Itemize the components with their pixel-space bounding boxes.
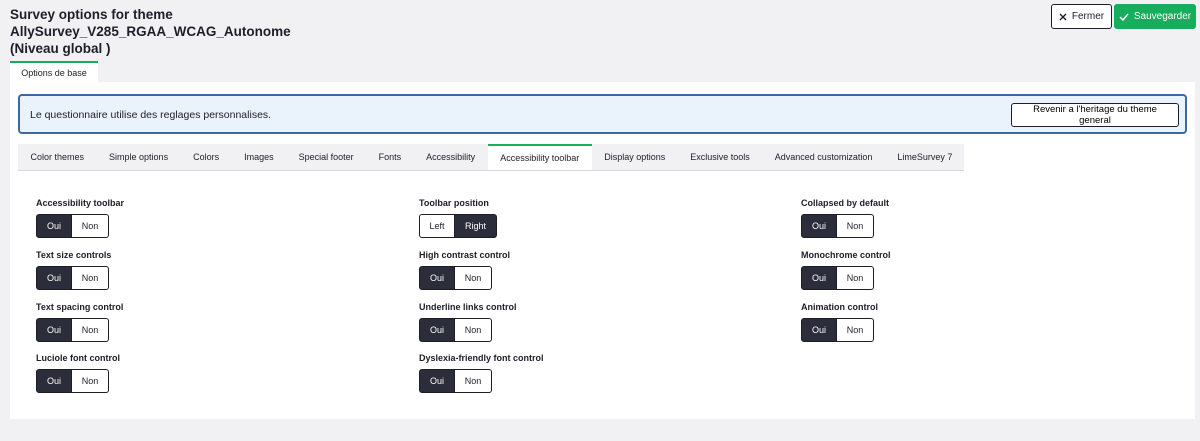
text-size-controls-toggle: Oui Non bbox=[36, 266, 111, 290]
collapsed-by-default-toggle: Oui Non bbox=[801, 214, 889, 238]
dyslexia-font-control-non[interactable]: Non bbox=[455, 369, 492, 393]
field-label: Text size controls bbox=[36, 250, 112, 260]
tab-advanced-customization[interactable]: Advanced customization bbox=[762, 144, 885, 170]
collapsed-by-default-non[interactable]: Non bbox=[837, 214, 874, 238]
tab-color-themes[interactable]: Color themes bbox=[18, 144, 97, 170]
underline-links-control-oui[interactable]: Oui bbox=[419, 318, 455, 342]
field-high-contrast-control: High contrast control Oui Non bbox=[419, 249, 510, 290]
close-button[interactable]: Fermer bbox=[1051, 4, 1112, 29]
accessibility-toolbar-toggle: Oui Non bbox=[36, 214, 124, 238]
animation-control-non[interactable]: Non bbox=[837, 318, 874, 342]
notice-text: Le questionnaire utilise des reglages pe… bbox=[30, 109, 272, 121]
toolbar-position-left[interactable]: Left bbox=[419, 214, 455, 238]
tab-accessibility[interactable]: Accessibility bbox=[414, 144, 488, 170]
luciole-font-control-non[interactable]: Non bbox=[72, 369, 109, 393]
dyslexia-font-control-toggle: Oui Non bbox=[419, 369, 544, 393]
dyslexia-font-control-oui[interactable]: Oui bbox=[419, 369, 455, 393]
monochrome-control-non[interactable]: Non bbox=[837, 266, 874, 290]
text-spacing-control-toggle: Oui Non bbox=[36, 318, 123, 342]
field-label: Luciole font control bbox=[36, 353, 120, 363]
field-monochrome-control: Monochrome control Oui Non bbox=[801, 249, 891, 290]
field-toolbar-position: Toolbar position Left Right bbox=[419, 197, 497, 238]
luciole-font-control-toggle: Oui Non bbox=[36, 369, 120, 393]
tab-accessibility-toolbar[interactable]: Accessibility toolbar bbox=[487, 144, 592, 170]
underline-links-control-non[interactable]: Non bbox=[455, 318, 492, 342]
tab-special-footer[interactable]: Special footer bbox=[286, 144, 366, 170]
tab-colors[interactable]: Colors bbox=[181, 144, 232, 170]
tab-limesurvey-7[interactable]: LimeSurvey 7 bbox=[885, 144, 965, 170]
high-contrast-control-oui[interactable]: Oui bbox=[419, 266, 455, 290]
monochrome-control-oui[interactable]: Oui bbox=[801, 266, 837, 290]
tab-fonts[interactable]: Fonts bbox=[366, 144, 414, 170]
tab-images[interactable]: Images bbox=[232, 144, 287, 170]
close-button-label: Fermer bbox=[1071, 11, 1105, 22]
page-title-line: AllySurvey_V285_RGAA_WCAG_Autonome bbox=[10, 24, 291, 39]
field-underline-links-control: Underline links control Oui Non bbox=[419, 301, 517, 342]
text-size-controls-non[interactable]: Non bbox=[72, 266, 109, 290]
field-luciole-font-control: Luciole font control Oui Non bbox=[36, 352, 120, 393]
field-label: Underline links control bbox=[419, 302, 517, 312]
revert-inheritance-button[interactable]: Revenir a l'heritage du theme general bbox=[1011, 103, 1179, 127]
close-icon bbox=[1059, 13, 1067, 21]
field-accessibility-toolbar: Accessibility toolbar Oui Non bbox=[36, 197, 124, 238]
field-label: Collapsed by default bbox=[801, 198, 890, 208]
animation-control-toggle: Oui Non bbox=[801, 318, 878, 342]
field-label: Accessibility toolbar bbox=[36, 198, 125, 208]
field-label: Monochrome control bbox=[801, 250, 891, 260]
field-label: Text spacing control bbox=[36, 302, 124, 312]
toolbar-position-right[interactable]: Right bbox=[455, 214, 497, 238]
accessibility-toolbar-non[interactable]: Non bbox=[72, 214, 109, 238]
custom-settings-notice: Le questionnaire utilise des reglages pe… bbox=[18, 94, 1187, 134]
collapsed-by-default-oui[interactable]: Oui bbox=[801, 214, 837, 238]
field-animation-control: Animation control Oui Non bbox=[801, 301, 878, 342]
text-spacing-control-non[interactable]: Non bbox=[72, 318, 109, 342]
field-collapsed-by-default: Collapsed by default Oui Non bbox=[801, 197, 889, 238]
underline-links-control-toggle: Oui Non bbox=[419, 318, 517, 342]
luciole-font-control-oui[interactable]: Oui bbox=[36, 369, 72, 393]
page-title-line: Survey options for theme bbox=[10, 7, 173, 22]
tab-exclusive-tools[interactable]: Exclusive tools bbox=[678, 144, 763, 170]
page-title: Survey options for theme AllySurvey_V285… bbox=[10, 6, 291, 57]
field-label: High contrast control bbox=[419, 250, 511, 260]
tab-display-options[interactable]: Display options bbox=[592, 144, 678, 170]
accessibility-toolbar-oui[interactable]: Oui bbox=[36, 214, 72, 238]
field-text-spacing-control: Text spacing control Oui Non bbox=[36, 301, 123, 342]
field-label: Animation control bbox=[801, 302, 878, 312]
tab-simple-options[interactable]: Simple options bbox=[97, 144, 181, 170]
tab-options-de-base[interactable]: Options de base bbox=[10, 61, 98, 82]
save-button[interactable]: Sauvegarder bbox=[1114, 4, 1196, 29]
monochrome-control-toggle: Oui Non bbox=[801, 266, 891, 290]
high-contrast-control-toggle: Oui Non bbox=[419, 266, 510, 290]
field-dyslexia-font-control: Dyslexia-friendly font control Oui Non bbox=[419, 352, 544, 393]
field-label: Toolbar position bbox=[419, 198, 489, 208]
options-tabs: Color themes Simple options Colors Image… bbox=[18, 144, 964, 171]
field-label: Dyslexia-friendly font control bbox=[419, 353, 544, 363]
high-contrast-control-non[interactable]: Non bbox=[455, 266, 492, 290]
field-text-size-controls: Text size controls Oui Non bbox=[36, 249, 111, 290]
animation-control-oui[interactable]: Oui bbox=[801, 318, 837, 342]
page-title-line: (Niveau global ) bbox=[10, 41, 111, 56]
check-icon bbox=[1119, 13, 1129, 21]
text-spacing-control-oui[interactable]: Oui bbox=[36, 318, 72, 342]
save-button-label: Sauvegarder bbox=[1133, 11, 1192, 22]
text-size-controls-oui[interactable]: Oui bbox=[36, 266, 72, 290]
toolbar-position-toggle: Left Right bbox=[419, 214, 497, 238]
